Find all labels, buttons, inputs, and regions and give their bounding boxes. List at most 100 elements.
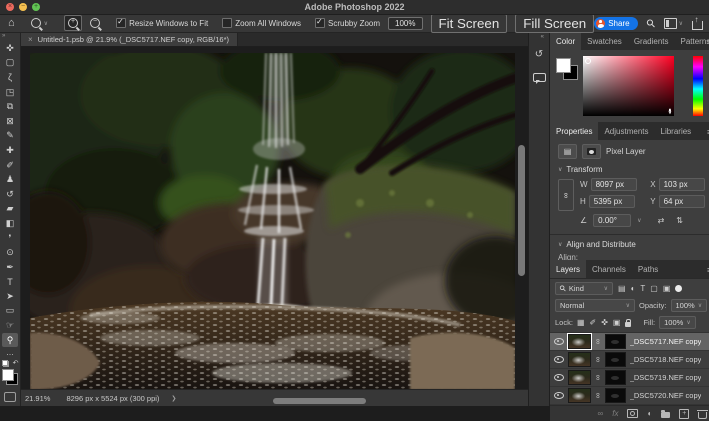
type-tool[interactable]: T [2, 275, 18, 290]
filter-toggle[interactable] [675, 285, 682, 292]
toolbar-expand-icon[interactable]: » [0, 33, 5, 39]
hue-slider[interactable] [693, 56, 703, 116]
checkbox[interactable] [222, 18, 232, 28]
transform-input[interactable]: 103 px [659, 178, 705, 191]
move-tool[interactable]: ✜ [2, 41, 18, 56]
rectangle-tool[interactable]: ▭ [2, 304, 18, 319]
hand-tool[interactable]: ☞ [2, 318, 18, 333]
mask-link-icon[interactable]: ∞ [593, 339, 602, 345]
vertical-scrollbar[interactable] [518, 145, 525, 276]
mask-thumbnail-icon[interactable] [582, 144, 601, 159]
opacity-dropdown[interactable]: 100% ∨ [671, 299, 708, 312]
layer-name[interactable]: _DSC5717.NEF copy [630, 337, 702, 346]
lock-pixels-icon[interactable]: ✐ [590, 318, 597, 327]
layer-visibility-eye-icon[interactable] [554, 356, 564, 363]
filter-shape-layers-icon[interactable]: ▢ [650, 284, 658, 293]
layer-thumbnail[interactable] [568, 334, 591, 349]
brush-tool[interactable]: ✐ [2, 158, 18, 173]
eyedropper-tool[interactable]: ✎ [2, 129, 18, 144]
foreground-color-swatch[interactable] [2, 369, 14, 381]
layer-visibility-eye-icon[interactable] [554, 392, 564, 399]
flip-vertical-icon[interactable]: ⇅ [676, 216, 683, 225]
panel-tab[interactable]: Gradients [628, 32, 675, 50]
panel-tab[interactable]: Patterns [675, 32, 709, 50]
filter-adjustment-layers-icon[interactable]: ◐ [631, 284, 636, 293]
saturation-brightness-box[interactable] [583, 56, 674, 116]
rotation-angle-input[interactable]: 0.00° [593, 214, 631, 227]
healing-brush-tool[interactable]: ✚ [2, 143, 18, 158]
zoom-in-button[interactable]: + [64, 15, 82, 31]
zoom-level-field[interactable]: 100% [388, 17, 422, 30]
dodge-tool[interactable]: ⊙ [2, 245, 18, 260]
layer-row[interactable]: ∞ _DSC5718.NEF copy [550, 351, 709, 369]
default-colors-icon[interactable] [2, 360, 9, 367]
filter-type-layers-icon[interactable]: T [640, 284, 645, 293]
color-picker-ring[interactable] [585, 58, 591, 64]
chevron-down-icon[interactable]: ∨ [558, 166, 562, 173]
layer-mask-thumbnail[interactable] [605, 370, 626, 385]
blend-mode-dropdown[interactable]: Normal ∨ [555, 299, 635, 312]
panel-tab[interactable]: Swatches [581, 32, 628, 50]
panel-tab[interactable]: Color [550, 32, 581, 50]
filter-smart-objects-icon[interactable]: ▣ [663, 284, 671, 293]
panel-tab[interactable]: Properties [550, 122, 598, 140]
home-icon[interactable]: ⌂ [8, 18, 15, 28]
new-group-icon[interactable] [661, 412, 670, 418]
marquee-tool[interactable]: ▢ [2, 56, 18, 71]
status-zoom-level[interactable]: 21.91% [25, 394, 50, 403]
layer-name[interactable]: _DSC5718.NEF copy [630, 355, 702, 364]
link-layers-icon[interactable]: ∞ [598, 409, 604, 418]
link-dimensions-icon[interactable]: ∞ [558, 179, 574, 211]
layer-filter-kind-dropdown[interactable]: ⚲ Kind ∨ [555, 282, 613, 295]
layer-mask-thumbnail[interactable] [605, 334, 626, 349]
layer-thumbnail[interactable] [568, 352, 591, 367]
options-toggle[interactable]: Zoom All Windows [222, 18, 301, 28]
mask-link-icon[interactable]: ∞ [593, 375, 602, 381]
options-toggle[interactable]: Resize Windows to Fit [116, 18, 208, 28]
gradient-tool[interactable]: ◧ [2, 216, 18, 231]
fit-screen-button[interactable]: Fit Screen [431, 14, 508, 33]
blur-tool[interactable]: ❜ [2, 231, 18, 246]
history-brush-tool[interactable]: ↺ [2, 187, 18, 202]
layer-name[interactable]: _DSC5720.NEF copy [630, 391, 702, 400]
lock-all-icon[interactable] [625, 322, 631, 327]
checkbox[interactable] [315, 18, 325, 28]
image-thumbnail-icon[interactable]: ▤ [558, 144, 577, 159]
status-chevron-icon[interactable]: ❯ [171, 395, 176, 402]
layer-mask-thumbnail[interactable] [605, 388, 626, 403]
flip-horizontal-icon[interactable]: ⇄ [658, 216, 665, 225]
document-tab[interactable]: × Untitled-1.psb @ 21.9% (_DSC5717.NEF c… [20, 32, 238, 46]
fill-screen-button[interactable]: Fill Screen [515, 14, 594, 33]
layer-effects-icon[interactable]: fx [612, 409, 618, 418]
delete-layer-icon[interactable] [698, 412, 707, 419]
collapse-panels-icon[interactable]: « [541, 34, 544, 40]
options-toggle[interactable]: Scrubby Zoom [315, 18, 380, 28]
layer-thumbnail[interactable] [568, 388, 591, 403]
crop-tool[interactable]: ⧉ [2, 99, 18, 114]
layer-row[interactable]: ∞ _DSC5720.NEF copy [550, 387, 709, 405]
add-layer-mask-icon[interactable] [627, 409, 638, 418]
eraser-tool[interactable]: ▰ [2, 202, 18, 217]
share-button[interactable]: Share [594, 17, 637, 30]
lock-artboard-icon[interactable]: ▣ [613, 318, 621, 327]
foreground-color-swatch[interactable] [556, 58, 571, 73]
panel-color-swatches[interactable] [556, 58, 578, 80]
frame-tool[interactable]: ⊠ [2, 114, 18, 129]
workspace-switcher[interactable]: ∨ [664, 18, 683, 29]
swap-colors-icon[interactable]: ↶ [13, 359, 19, 367]
layer-row[interactable]: ∞ _DSC5717.NEF copy [550, 333, 709, 351]
new-adjustment-layer-icon[interactable]: ◐ [647, 409, 652, 418]
new-layer-icon[interactable]: + [679, 409, 689, 419]
close-icon[interactable]: × [28, 35, 33, 44]
layer-name[interactable]: _DSC5719.NEF copy [630, 373, 702, 382]
clone-stamp-tool[interactable]: ♟ [2, 172, 18, 187]
history-panel-icon[interactable]: ↺ [529, 46, 549, 62]
zoom-tool-indicator[interactable]: ∨ [31, 18, 48, 28]
object-selection-tool[interactable]: ◳ [2, 85, 18, 100]
layer-visibility-eye-icon[interactable] [554, 374, 564, 381]
mask-link-icon[interactable]: ∞ [593, 357, 602, 363]
path-selection-tool[interactable]: ➤ [2, 289, 18, 304]
panel-tab[interactable]: Adjustments [598, 122, 654, 140]
screen-mode-button[interactable] [4, 392, 16, 402]
chevron-down-icon[interactable]: ∨ [637, 217, 641, 224]
